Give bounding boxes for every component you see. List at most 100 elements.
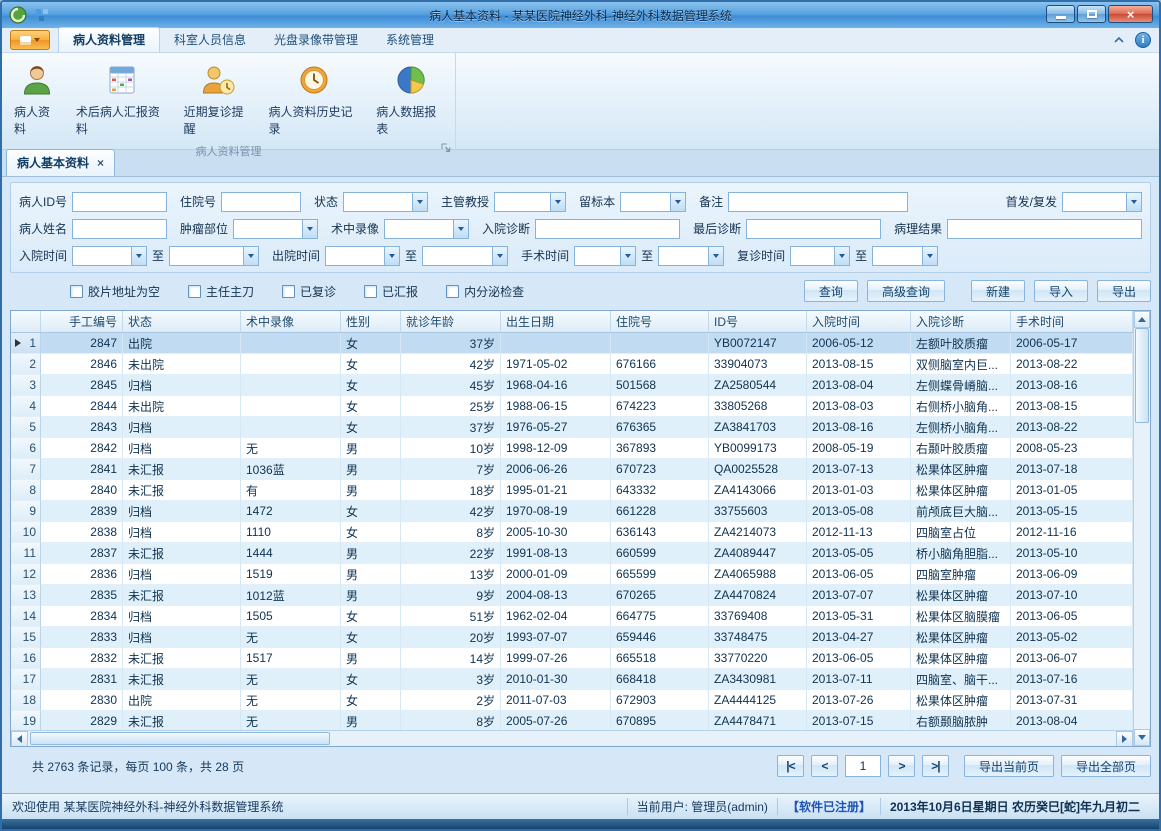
grid-cell[interactable]: 松果体区肿瘤 xyxy=(911,690,1011,711)
grid-cell[interactable]: 2844 xyxy=(41,396,123,417)
grid-cell[interactable]: 未汇报 xyxy=(123,459,241,480)
grid-cell[interactable]: ZA4214073 xyxy=(709,522,807,543)
grid-cell[interactable]: 无 xyxy=(241,669,341,690)
grid-cell[interactable]: 2岁 xyxy=(401,690,501,711)
horizontal-scrollbar[interactable] xyxy=(11,730,1133,746)
grid-cell[interactable]: 665518 xyxy=(611,648,709,669)
table-row[interactable]: 13 2835 未汇报 1012蓝 男 9岁 2004-08-13 670265… xyxy=(11,585,1133,606)
ribbon-tab-patient-management[interactable]: 病人资料管理 xyxy=(58,27,160,52)
row-indicator-cell[interactable]: 7 xyxy=(11,459,41,480)
grid-cell[interactable]: 51岁 xyxy=(401,606,501,627)
grid-cell[interactable]: 无 xyxy=(241,627,341,648)
discharge-date-to-combo[interactable] xyxy=(422,246,508,266)
checkbox-revisited[interactable]: 已复诊 xyxy=(282,283,336,300)
grid-cell[interactable]: 2013-05-05 xyxy=(807,543,911,564)
grid-cell[interactable]: 8岁 xyxy=(401,711,501,730)
last-page-button[interactable]: >| xyxy=(922,755,949,777)
table-row[interactable]: 11 2837 未汇报 1444 男 22岁 1991-08-13 660599… xyxy=(11,543,1133,564)
table-row[interactable]: 8 2840 未汇报 有 男 18岁 1995-01-21 643332 ZA4… xyxy=(11,480,1133,501)
tumor-site-combo[interactable] xyxy=(233,219,318,239)
grid-cell[interactable]: 2012-11-16 xyxy=(1011,522,1133,543)
grid-cell[interactable]: 672903 xyxy=(611,690,709,711)
grid-cell[interactable]: 归档 xyxy=(123,564,241,585)
column-header-surgery-video[interactable]: 术中录像 xyxy=(241,311,341,332)
grid-cell[interactable]: 2831 xyxy=(41,669,123,690)
grid-cell[interactable]: 2006-06-26 xyxy=(501,459,611,480)
grid-cell[interactable]: 1505 xyxy=(241,606,341,627)
scroll-right-icon[interactable] xyxy=(1116,731,1133,746)
table-row[interactable]: 18 2830 出院 无 女 2岁 2011-07-03 672903 ZA44… xyxy=(11,690,1133,711)
grid-cell[interactable]: QA0025528 xyxy=(709,459,807,480)
row-indicator-cell[interactable]: 13 xyxy=(11,585,41,606)
checkbox-chief-surgeon[interactable]: 主任主刀 xyxy=(188,283,254,300)
table-row[interactable]: 14 2834 归档 1505 女 51岁 1962-02-04 664775 … xyxy=(11,606,1133,627)
grid-cell[interactable]: 2013-08-03 xyxy=(807,396,911,417)
grid-cell[interactable]: 1444 xyxy=(241,543,341,564)
grid-cell[interactable]: 42岁 xyxy=(401,501,501,522)
column-header-age[interactable]: 就诊年龄 xyxy=(401,311,501,332)
grid-cell[interactable]: YB0099173 xyxy=(709,438,807,459)
grid-cell[interactable]: 13岁 xyxy=(401,564,501,585)
grid-cell[interactable]: 37岁 xyxy=(401,417,501,438)
grid-cell[interactable]: 男 xyxy=(341,585,401,606)
grid-cell[interactable]: 松果体区肿瘤 xyxy=(911,648,1011,669)
grid-cell[interactable]: 664775 xyxy=(611,606,709,627)
quick-access-icon[interactable] xyxy=(35,8,49,25)
grid-cell[interactable]: 2013-07-10 xyxy=(1011,585,1133,606)
grid-cell[interactable]: 归档 xyxy=(123,375,241,396)
grid-cell[interactable]: 女 xyxy=(341,354,401,375)
status-combo[interactable] xyxy=(343,192,428,212)
grid-cell[interactable]: 出院 xyxy=(123,333,241,354)
grid-cell[interactable]: 20岁 xyxy=(401,627,501,648)
grid-cell[interactable]: 2013-08-15 xyxy=(1011,396,1133,417)
row-indicator-cell[interactable]: 15 xyxy=(11,627,41,648)
grid-cell[interactable]: 出院 xyxy=(123,690,241,711)
grid-cell[interactable]: 男 xyxy=(341,648,401,669)
patient-id-input[interactable] xyxy=(72,192,167,212)
grid-cell[interactable]: 665599 xyxy=(611,564,709,585)
next-page-button[interactable]: > xyxy=(888,755,915,777)
table-row[interactable]: 2 2846 未出院 女 42岁 1971-05-02 676166 33904… xyxy=(11,354,1133,375)
admission-number-input[interactable] xyxy=(221,192,301,212)
table-row[interactable]: 12 2836 归档 1519 男 13岁 2000-01-09 665599 … xyxy=(11,564,1133,585)
column-header-admission-date[interactable]: 入院时间 xyxy=(807,311,911,332)
grid-cell[interactable]: 22岁 xyxy=(401,543,501,564)
grid-cell[interactable]: YB0072147 xyxy=(709,333,807,354)
grid-cell[interactable]: 双侧脑室内巨... xyxy=(911,354,1011,375)
grid-cell[interactable]: 670895 xyxy=(611,711,709,730)
grid-cell[interactable]: 2008-05-23 xyxy=(1011,438,1133,459)
table-row[interactable]: 19 2829 未汇报 无 男 8岁 2005-07-26 670895 ZA4… xyxy=(11,711,1133,730)
grid-cell[interactable]: 670265 xyxy=(611,585,709,606)
first-page-button[interactable]: |< xyxy=(777,755,804,777)
grid-cell[interactable]: 674223 xyxy=(611,396,709,417)
grid-cell[interactable]: 桥小脑角胆脂... xyxy=(911,543,1011,564)
grid-cell[interactable]: 1999-07-26 xyxy=(501,648,611,669)
chevron-down-icon[interactable] xyxy=(131,247,146,265)
grid-cell[interactable]: 2013-05-15 xyxy=(1011,501,1133,522)
page-input[interactable] xyxy=(845,755,881,777)
minimize-button[interactable] xyxy=(1046,5,1075,23)
grid-cell[interactable]: 1995-01-21 xyxy=(501,480,611,501)
row-indicator-cell[interactable]: 6 xyxy=(11,438,41,459)
grid-cell[interactable]: 2013-04-27 xyxy=(807,627,911,648)
grid-cell[interactable]: 45岁 xyxy=(401,375,501,396)
grid-cell[interactable]: 2834 xyxy=(41,606,123,627)
grid-cell[interactable]: 松果体区肿瘤 xyxy=(911,459,1011,480)
grid-cell[interactable]: 1991-08-13 xyxy=(501,543,611,564)
grid-cell[interactable]: 四脑室占位 xyxy=(911,522,1011,543)
grid-cell[interactable]: 2845 xyxy=(41,375,123,396)
grid-cell[interactable]: 四脑室肿瘤 xyxy=(911,564,1011,585)
grid-cell[interactable]: ZA4444125 xyxy=(709,690,807,711)
grid-cell[interactable]: 2846 xyxy=(41,354,123,375)
grid-cell[interactable]: 2830 xyxy=(41,690,123,711)
grid-cell[interactable]: 2013-06-09 xyxy=(1011,564,1133,585)
help-icon[interactable]: i xyxy=(1135,32,1151,48)
grid-cell[interactable]: 676365 xyxy=(611,417,709,438)
grid-cell[interactable]: 归档 xyxy=(123,501,241,522)
admit-date-from-combo[interactable] xyxy=(72,246,147,266)
chevron-down-icon[interactable] xyxy=(922,247,937,265)
grid-cell[interactable]: 33769408 xyxy=(709,606,807,627)
grid-cell[interactable]: 2010-01-30 xyxy=(501,669,611,690)
grid-cell[interactable]: 2011-07-03 xyxy=(501,690,611,711)
grid-cell[interactable]: 无 xyxy=(241,711,341,730)
